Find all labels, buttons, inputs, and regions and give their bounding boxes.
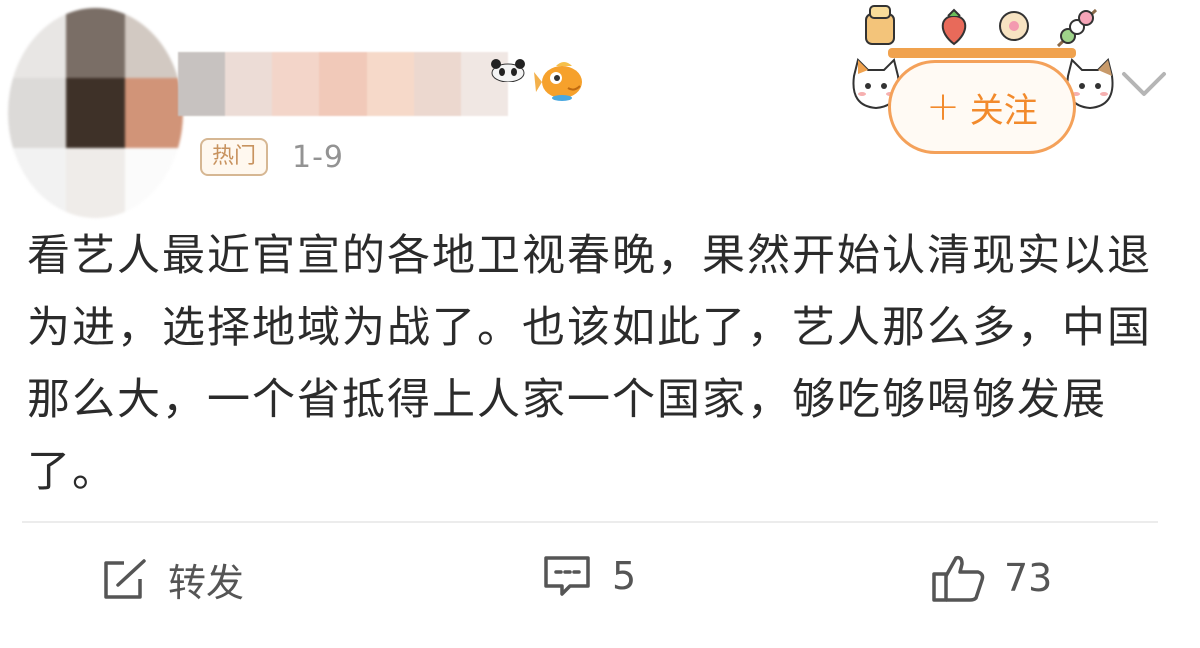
action-bar: 转发 5 73 [0,530,1200,640]
repost-button[interactable]: 转发 [100,552,244,607]
repost-label: 转发 [168,561,245,605]
follow-label: 关注 [969,90,1038,131]
flower-cookie-sticker-icon [999,11,1029,41]
follow-button[interactable]: + 关注 [888,60,1076,154]
toast-sticker-icon [865,5,895,45]
avatar[interactable] [8,8,183,218]
hot-badge: 热门 [200,138,269,176]
post-meta: 热门 1-9 [200,138,344,176]
divider [22,521,1158,523]
sticker-shelf [888,48,1076,58]
comment-icon [544,556,590,596]
panda-badge-icon [491,59,525,82]
post-date: 1-9 [292,139,345,175]
dango-sticker-icon [1056,8,1098,48]
strawberry-sticker-icon [941,8,967,46]
chevron-down-icon[interactable] [1118,68,1170,100]
thumbs-up-icon [932,555,985,602]
post-header: 热门 1-9 + 关注 [0,0,1200,218]
plus-icon: + [926,84,960,130]
username-blurred[interactable] [178,52,508,116]
comment-count: 5 [612,554,637,598]
comment-button[interactable]: 5 [540,552,636,600]
post-body-text: 看艺人最近官宣的各地卫视春晚，果然开始认清现实以退为进，选择地域为战了。也该如此… [27,231,1152,497]
like-count: 73 [1004,556,1053,600]
fish-badge-icon [534,62,582,101]
like-button[interactable]: 73 [930,552,1052,604]
share-icon [104,558,146,599]
